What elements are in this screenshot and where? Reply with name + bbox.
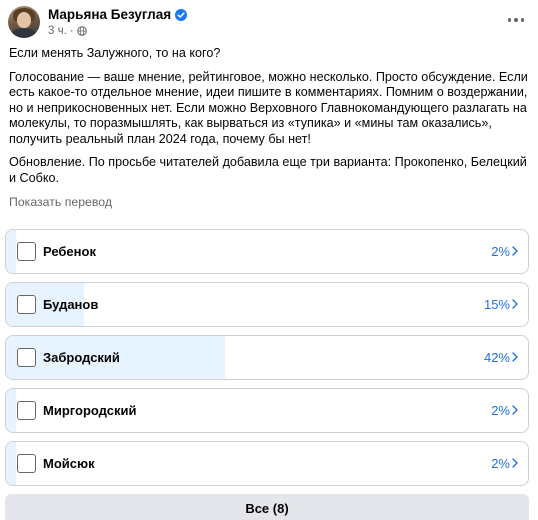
chevron-right-icon: [512, 352, 518, 362]
more-options-icon[interactable]: [506, 12, 526, 28]
poll-option-percent: 42%: [483, 350, 510, 365]
poll-option[interactable]: Мойсюк 2%: [5, 441, 529, 486]
author-name[interactable]: Марьяна Безуглая: [48, 7, 188, 22]
poll-checkbox[interactable]: [17, 454, 36, 473]
see-all-options-button[interactable]: Все (8): [5, 494, 529, 520]
poll-option[interactable]: Забродский 42%: [5, 335, 529, 380]
post-text: Если менять Залужного, то на кого? Голос…: [9, 46, 529, 194]
poll-option-label: Ребенок: [43, 244, 96, 259]
chevron-right-icon: [512, 246, 518, 256]
poll-checkbox[interactable]: [17, 242, 36, 261]
post-header: Марьяна Безуглая 3 ч. ·: [8, 6, 530, 40]
poll-option-percent: 2%: [491, 456, 510, 471]
poll-option[interactable]: Ребенок 2%: [5, 229, 529, 274]
post-title: Если менять Залужного, то на кого?: [9, 46, 221, 60]
chevron-right-icon: [512, 299, 518, 309]
poll-option-percent: 2%: [491, 403, 510, 418]
post-body: Голосование — ваше мнение, рейтинговое, …: [9, 69, 528, 146]
poll-checkbox[interactable]: [17, 295, 36, 314]
meta-separator: ·: [69, 25, 74, 37]
poll-option-fill: [6, 442, 17, 485]
chevron-right-icon: [512, 405, 518, 415]
poll-option-label: Буданов: [43, 297, 99, 312]
poll-option-label: Мойсюк: [43, 456, 95, 471]
avatar[interactable]: [8, 6, 40, 38]
poll-option-fill: [6, 230, 17, 273]
author-name-text[interactable]: Марьяна Безуглая: [48, 7, 171, 22]
post-update: Обновление. По просьбе читателей добавил…: [9, 155, 527, 185]
show-translation-link[interactable]: Показать перевод: [9, 195, 112, 209]
poll-option-label: Забродский: [43, 350, 120, 365]
poll-checkbox[interactable]: [17, 401, 36, 420]
poll-option-percent: 15%: [483, 297, 510, 312]
poll-option-fill: [6, 389, 17, 432]
poll-option-percent: 2%: [491, 244, 510, 259]
chevron-right-icon: [512, 458, 518, 468]
poll-option[interactable]: Миргородский 2%: [5, 388, 529, 433]
post-meta: 3 ч. ·: [48, 25, 87, 37]
poll-option[interactable]: Буданов 15%: [5, 282, 529, 327]
globe-icon: [76, 26, 87, 36]
poll-option-label: Миргородский: [43, 403, 137, 418]
verified-badge-icon: [175, 9, 188, 21]
post-time[interactable]: 3 ч.: [48, 25, 67, 37]
poll-checkbox[interactable]: [17, 348, 36, 367]
